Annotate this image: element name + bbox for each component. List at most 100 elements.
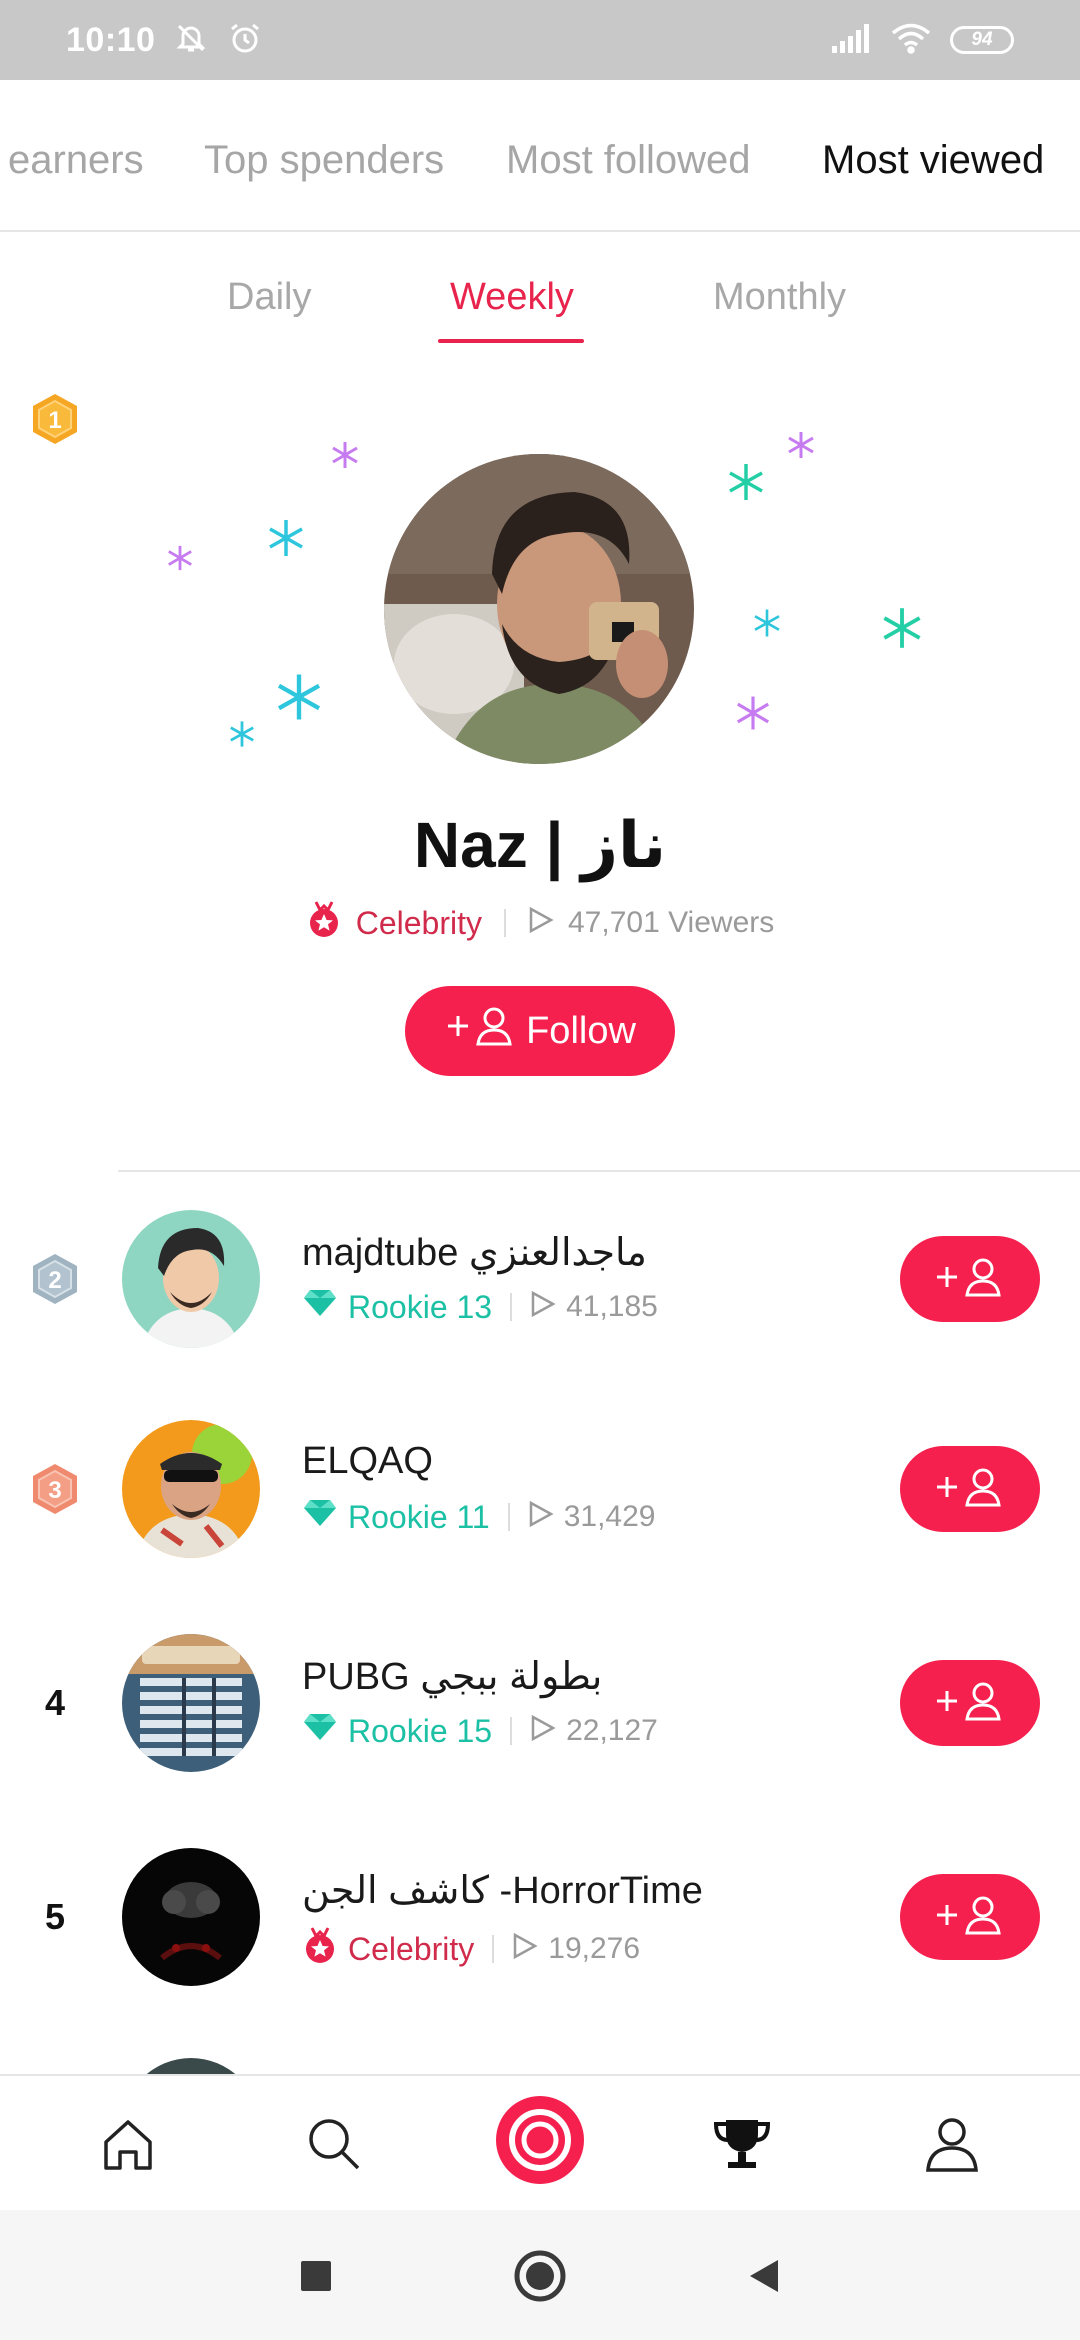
profile-icon[interactable] xyxy=(914,2106,990,2182)
follow-label: Follow xyxy=(526,1009,636,1052)
alarm-icon xyxy=(227,20,263,61)
svg-text:1: 1 xyxy=(48,407,61,434)
play-icon xyxy=(528,1499,554,1536)
celebrity-badge-icon xyxy=(306,900,342,946)
active-tab-indicator xyxy=(438,339,584,343)
search-icon[interactable] xyxy=(296,2106,372,2182)
top-user-views: 47,701 Viewers xyxy=(568,906,775,939)
user-views: 19,276 xyxy=(548,1932,641,1965)
follow-button[interactable] xyxy=(900,1660,1040,1746)
meta-divider xyxy=(510,1717,513,1745)
rank-number: 5 xyxy=(44,1896,66,1937)
recents-icon[interactable] xyxy=(286,2246,346,2306)
list-item[interactable]: 4 PUBG بطولة ببجي Rookie 15 22,127 xyxy=(0,1618,1080,1798)
user-level: Rookie 11 xyxy=(348,1498,490,1535)
meta-divider xyxy=(492,1935,495,1963)
rank-badge-gold: 1 xyxy=(28,392,82,446)
add-user-icon xyxy=(933,1679,1007,1728)
diamond-icon xyxy=(302,1288,338,1326)
status-time: 10:10 xyxy=(66,20,156,59)
sparkle-icon xyxy=(883,608,921,648)
meta-divider xyxy=(504,909,506,937)
tab-top-earners[interactable]: earners xyxy=(8,138,144,183)
top-user-meta: Celebrity 47,701 Viewers xyxy=(0,900,1080,946)
avatar[interactable] xyxy=(122,1848,260,1986)
user-meta: Rookie 11 31,429 xyxy=(302,1498,655,1536)
follow-button[interactable] xyxy=(900,1236,1040,1322)
user-views: 22,127 xyxy=(566,1714,658,1747)
ranking-category-tabs: earners Top spenders Most followed Most … xyxy=(0,80,1080,232)
top-user-avatar[interactable] xyxy=(384,454,694,764)
user-level: Rookie 15 xyxy=(348,1712,493,1749)
user-views: 41,185 xyxy=(566,1290,658,1323)
add-user-icon xyxy=(444,1004,518,1058)
sparkle-icon xyxy=(168,545,192,571)
sparkle-icon xyxy=(277,674,321,720)
user-level: Rookie 13 xyxy=(348,1288,493,1325)
user-level: Celebrity xyxy=(348,1930,475,1967)
list-item[interactable]: 3 ELQAQ Rookie 11 31,429 xyxy=(0,1404,1080,1584)
celebrity-badge-icon xyxy=(302,1926,338,1972)
sparkle-icon xyxy=(332,442,358,468)
user-meta: Rookie 13 41,185 xyxy=(302,1288,658,1326)
user-name: PUBG بطولة ببجي xyxy=(302,1656,603,1698)
svg-text:2: 2 xyxy=(48,1267,61,1294)
system-navigation xyxy=(0,2210,1080,2340)
play-icon xyxy=(530,1713,556,1750)
user-views: 31,429 xyxy=(563,1500,656,1533)
meta-divider xyxy=(510,1293,513,1321)
avatar[interactable] xyxy=(122,1210,260,1348)
tab-most-viewed[interactable]: Most viewed xyxy=(822,138,1044,183)
tab-weekly[interactable]: Weekly xyxy=(450,276,574,319)
user-name: كاشف الجن -HorrorTime xyxy=(302,1870,703,1912)
bottom-navigation xyxy=(0,2074,1080,2210)
trophy-icon[interactable] xyxy=(704,2106,780,2182)
live-icon[interactable] xyxy=(490,2090,590,2190)
sparkle-icon xyxy=(230,721,254,747)
home-icon[interactable] xyxy=(90,2106,166,2182)
add-user-icon xyxy=(933,1465,1007,1514)
tab-daily[interactable]: Daily xyxy=(227,276,311,319)
follow-button[interactable] xyxy=(900,1446,1040,1532)
signal-icon xyxy=(830,22,872,59)
avatar[interactable] xyxy=(122,1634,260,1772)
svg-text:3: 3 xyxy=(48,1477,61,1504)
diamond-icon xyxy=(302,1498,338,1536)
wifi-icon xyxy=(890,22,932,59)
user-name: majdtube ماجدالعنزي xyxy=(302,1232,647,1274)
play-icon xyxy=(512,1931,538,1968)
battery-icon: 94 xyxy=(950,26,1014,54)
tab-most-followed[interactable]: Most followed xyxy=(506,138,751,183)
rank-badge-bronze: 3 xyxy=(28,1462,82,1516)
add-user-icon xyxy=(933,1255,1007,1304)
add-user-icon xyxy=(933,1893,1007,1942)
tab-top-spenders[interactable]: Top spenders xyxy=(204,138,444,183)
user-meta: Rookie 15 22,127 xyxy=(302,1712,658,1750)
back-icon[interactable] xyxy=(734,2246,794,2306)
rank-number: 4 xyxy=(44,1682,66,1723)
sparkle-icon xyxy=(788,432,814,458)
user-meta: Celebrity 19,276 xyxy=(302,1926,640,1972)
avatar[interactable] xyxy=(122,1420,260,1558)
rank-badge-silver: 2 xyxy=(28,1252,82,1306)
mute-icon xyxy=(173,20,209,61)
diamond-icon xyxy=(302,1712,338,1750)
avatar-partial xyxy=(122,2058,260,2074)
sparkle-icon xyxy=(737,696,769,730)
sparkle-icon xyxy=(269,520,303,556)
meta-divider xyxy=(507,1503,510,1531)
tab-monthly[interactable]: Monthly xyxy=(713,276,846,319)
section-divider xyxy=(118,1170,1080,1172)
list-item[interactable]: 5 كاشف الجن -HorrorTime Celebrity 19,276 xyxy=(0,1832,1080,2012)
follow-button[interactable] xyxy=(900,1874,1040,1960)
sparkle-icon xyxy=(729,464,763,500)
top-user-name: Naz | ناز xyxy=(413,809,667,881)
home-system-icon[interactable] xyxy=(510,2246,570,2306)
play-icon xyxy=(528,905,554,942)
user-name: ELQAQ xyxy=(302,1440,433,1482)
list-item[interactable]: 2 majdtube ماجدالعنزي Rookie 13 41,185 xyxy=(0,1194,1080,1374)
status-bar: 10:10 94 xyxy=(0,0,1080,80)
sparkle-icon xyxy=(754,609,780,637)
top-user-follow-button[interactable]: Follow xyxy=(405,986,675,1076)
play-icon xyxy=(530,1289,556,1326)
